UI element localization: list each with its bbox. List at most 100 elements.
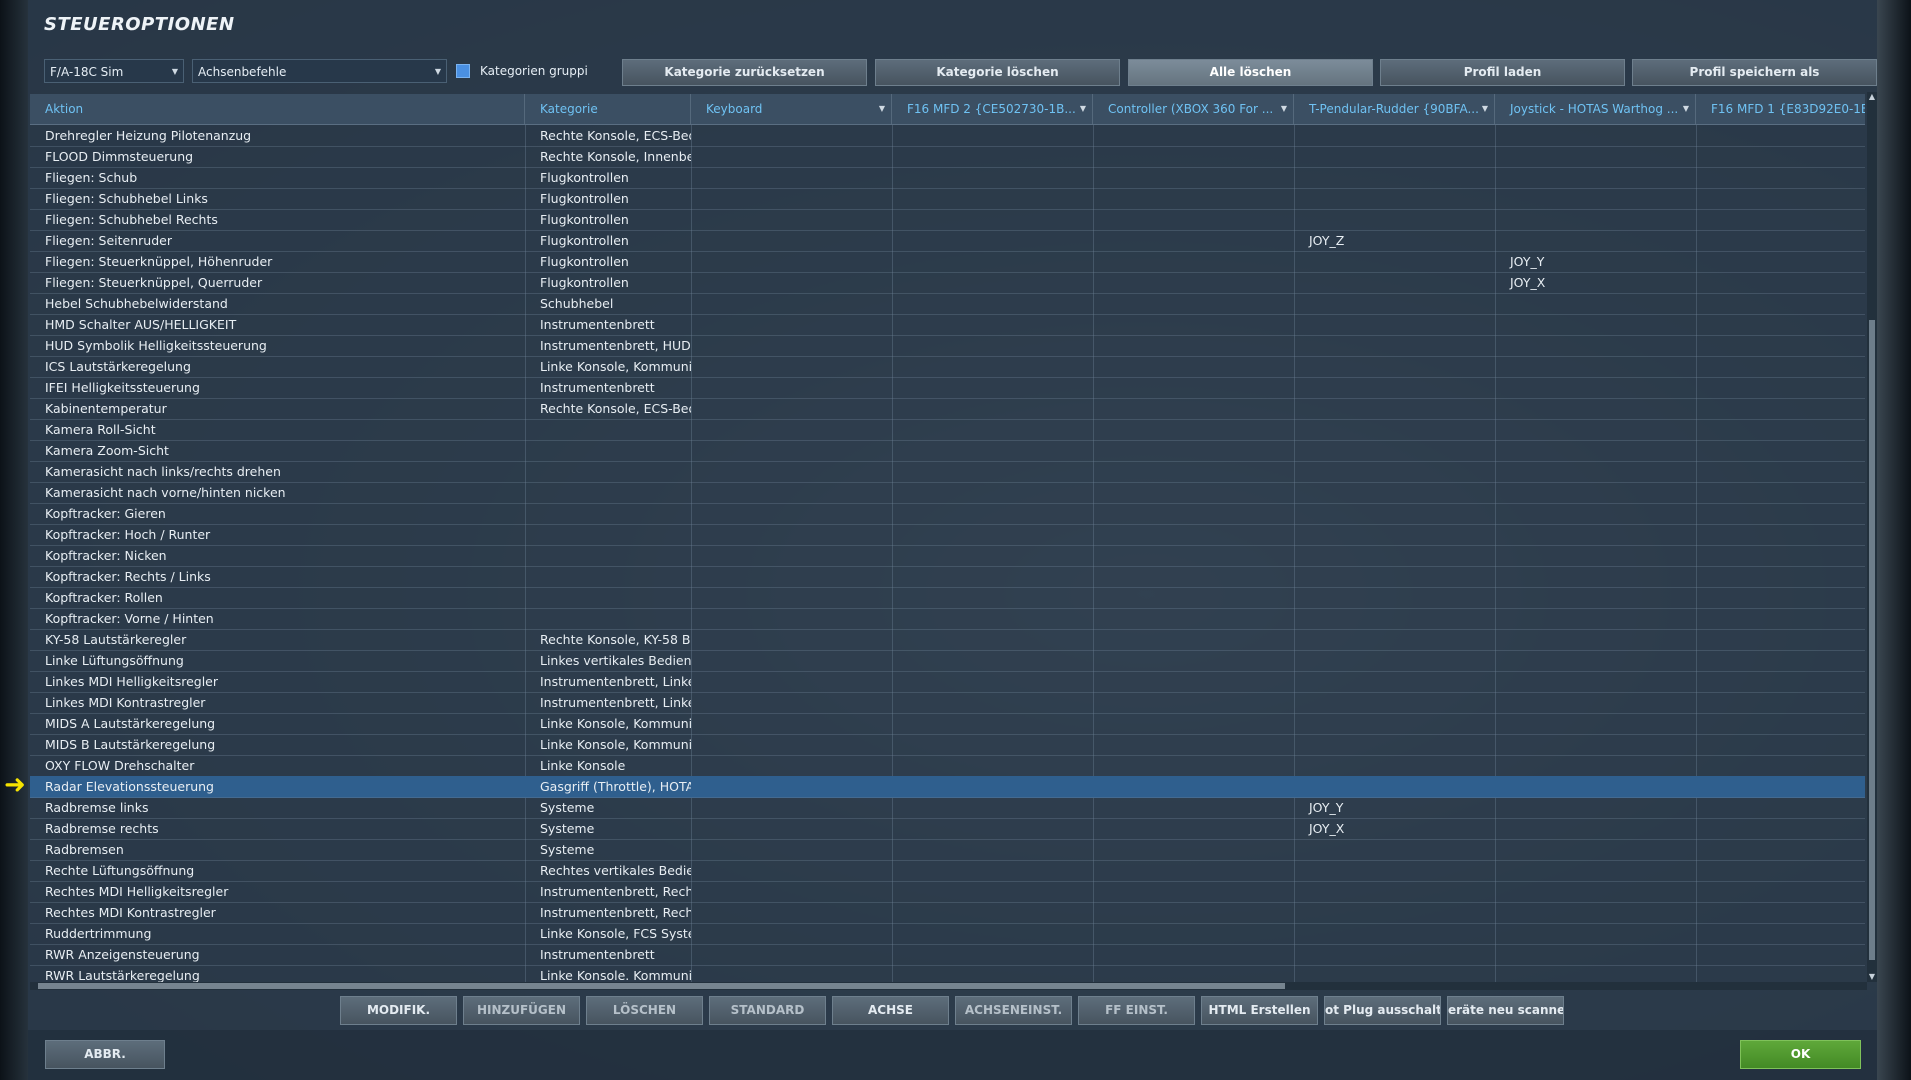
table-row[interactable]: Fliegen: Schubhebel Links Flugkontrollen bbox=[30, 188, 1865, 210]
action-cell[interactable]: Linkes MDI Kontrastregler bbox=[30, 692, 525, 713]
load-profile-button[interactable]: Profil laden bbox=[1380, 59, 1625, 86]
controller-cell[interactable] bbox=[1093, 482, 1294, 503]
rudder-cell[interactable] bbox=[1294, 776, 1495, 797]
joystick-cell[interactable] bbox=[1495, 671, 1696, 692]
joystick-cell[interactable]: JOY_Y bbox=[1495, 251, 1696, 272]
mfd1-cell[interactable] bbox=[1696, 188, 1865, 209]
category-cell[interactable]: Rechtes vertikales Bedien bbox=[525, 860, 691, 881]
controller-cell[interactable] bbox=[1093, 629, 1294, 650]
action-cell[interactable]: Fliegen: Steuerknüppel, Querruder bbox=[30, 272, 525, 293]
rudder-cell[interactable] bbox=[1294, 440, 1495, 461]
mfd1-cell[interactable] bbox=[1696, 440, 1865, 461]
keyboard-cell[interactable] bbox=[691, 356, 892, 377]
delete-button[interactable]: LÖSCHEN bbox=[586, 996, 703, 1025]
rudder-cell[interactable] bbox=[1294, 482, 1495, 503]
keyboard-cell[interactable] bbox=[691, 503, 892, 524]
action-cell[interactable]: Kopftracker: Rollen bbox=[30, 587, 525, 608]
action-cell[interactable]: Rechte Lüftungsöffnung bbox=[30, 860, 525, 881]
mfd1-cell[interactable] bbox=[1696, 629, 1865, 650]
action-cell[interactable]: Radar Elevationssteuerung bbox=[30, 776, 525, 797]
action-cell[interactable]: RWR Lautstärkeregelung bbox=[30, 965, 525, 982]
category-cell[interactable]: Rechte Konsole, Innenbele bbox=[525, 146, 691, 167]
category-cell[interactable]: Rechte Konsole, ECS-Bedi bbox=[525, 125, 691, 146]
keyboard-cell[interactable] bbox=[691, 482, 892, 503]
controller-cell[interactable] bbox=[1093, 902, 1294, 923]
category-cell[interactable] bbox=[525, 461, 691, 482]
rudder-cell[interactable] bbox=[1294, 671, 1495, 692]
mfd2-cell[interactable] bbox=[892, 251, 1093, 272]
controller-cell[interactable] bbox=[1093, 965, 1294, 982]
mfd1-cell[interactable] bbox=[1696, 503, 1865, 524]
table-row[interactable]: Radbremse rechts Systeme JOY_X bbox=[30, 818, 1865, 840]
keyboard-cell[interactable] bbox=[691, 650, 892, 671]
rudder-cell[interactable] bbox=[1294, 314, 1495, 335]
keyboard-cell[interactable] bbox=[691, 545, 892, 566]
action-cell[interactable]: ICS Lautstärkeregelung bbox=[30, 356, 525, 377]
scroll-up-icon[interactable]: ▲ bbox=[1867, 92, 1877, 102]
controller-cell[interactable] bbox=[1093, 650, 1294, 671]
mfd2-cell[interactable] bbox=[892, 776, 1093, 797]
rudder-cell[interactable] bbox=[1294, 125, 1495, 146]
keyboard-cell[interactable] bbox=[691, 818, 892, 839]
clear-all-button[interactable]: Alle löschen bbox=[1128, 59, 1373, 86]
table-row[interactable]: RWR Lautstärkeregelung Linke Konsole. Kom… bbox=[30, 965, 1865, 982]
mfd2-cell[interactable] bbox=[892, 377, 1093, 398]
table-row[interactable]: Kopftracker: Rechts / Links bbox=[30, 566, 1865, 588]
table-row[interactable]: FLOOD Dimmsteuerung Rechte Konsole, Innen… bbox=[30, 146, 1865, 168]
column-header-keyboard[interactable]: Keyboard ▼ bbox=[691, 94, 892, 124]
action-cell[interactable]: Kamerasicht nach links/rechts drehen bbox=[30, 461, 525, 482]
mfd2-cell[interactable] bbox=[892, 797, 1093, 818]
vertical-scrollbar-thumb[interactable] bbox=[1869, 320, 1875, 960]
mfd1-cell[interactable] bbox=[1696, 461, 1865, 482]
default-button[interactable]: STANDARD bbox=[709, 996, 826, 1025]
rudder-cell[interactable] bbox=[1294, 965, 1495, 982]
category-cell[interactable]: Instrumentenbrett bbox=[525, 944, 691, 965]
controller-cell[interactable] bbox=[1093, 860, 1294, 881]
rudder-cell[interactable] bbox=[1294, 251, 1495, 272]
keyboard-cell[interactable] bbox=[691, 881, 892, 902]
joystick-cell[interactable] bbox=[1495, 188, 1696, 209]
table-row[interactable]: HMD Schalter AUS/HELLIGKEIT Instrumentenb… bbox=[30, 314, 1865, 336]
joystick-cell[interactable] bbox=[1495, 818, 1696, 839]
category-cell[interactable]: Systeme bbox=[525, 839, 691, 860]
keyboard-cell[interactable] bbox=[691, 419, 892, 440]
controller-cell[interactable] bbox=[1093, 461, 1294, 482]
action-cell[interactable]: Kopftracker: Vorne / Hinten bbox=[30, 608, 525, 629]
rudder-cell[interactable] bbox=[1294, 755, 1495, 776]
table-row[interactable]: ICS Lautstärkeregelung Linke Konsole, Kom… bbox=[30, 356, 1865, 378]
keyboard-cell[interactable] bbox=[691, 923, 892, 944]
keyboard-cell[interactable] bbox=[691, 272, 892, 293]
joystick-cell[interactable] bbox=[1495, 167, 1696, 188]
modify-button[interactable]: MODIFIK. bbox=[340, 996, 457, 1025]
category-cell[interactable]: Linke Konsole, Kommunik bbox=[525, 734, 691, 755]
table-row[interactable]: Kopftracker: Vorne / Hinten bbox=[30, 608, 1865, 630]
joystick-cell[interactable] bbox=[1495, 125, 1696, 146]
controller-cell[interactable] bbox=[1093, 881, 1294, 902]
horizontal-scrollbar-thumb[interactable] bbox=[38, 983, 1285, 989]
action-cell[interactable]: Kopftracker: Rechts / Links bbox=[30, 566, 525, 587]
rescan-devices-button[interactable]: eräte neu scanne bbox=[1447, 996, 1564, 1025]
table-row[interactable]: MIDS B Lautstärkeregelung Linke Konsole, … bbox=[30, 734, 1865, 756]
table-row[interactable]: Kamera Zoom-Sicht bbox=[30, 440, 1865, 462]
mfd2-cell[interactable] bbox=[892, 860, 1093, 881]
rudder-cell[interactable] bbox=[1294, 734, 1495, 755]
keyboard-cell[interactable] bbox=[691, 965, 892, 982]
category-cell[interactable]: Systeme bbox=[525, 797, 691, 818]
rudder-cell[interactable] bbox=[1294, 545, 1495, 566]
mfd2-cell[interactable] bbox=[892, 125, 1093, 146]
controller-cell[interactable] bbox=[1093, 818, 1294, 839]
mfd1-cell[interactable] bbox=[1696, 314, 1865, 335]
action-cell[interactable]: Kabinentemperatur bbox=[30, 398, 525, 419]
ok-button[interactable]: OK bbox=[1740, 1040, 1861, 1069]
keyboard-cell[interactable] bbox=[691, 608, 892, 629]
keyboard-cell[interactable] bbox=[691, 167, 892, 188]
controller-cell[interactable] bbox=[1093, 251, 1294, 272]
joystick-cell[interactable] bbox=[1495, 776, 1696, 797]
action-cell[interactable]: Radbremse rechts bbox=[30, 818, 525, 839]
category-cell[interactable] bbox=[525, 587, 691, 608]
joystick-cell[interactable] bbox=[1495, 860, 1696, 881]
joystick-cell[interactable] bbox=[1495, 839, 1696, 860]
table-row[interactable]: Drehregler Heizung Pilotenanzug Rechte Ko… bbox=[30, 125, 1865, 147]
mfd2-cell[interactable] bbox=[892, 503, 1093, 524]
rudder-cell[interactable] bbox=[1294, 923, 1495, 944]
